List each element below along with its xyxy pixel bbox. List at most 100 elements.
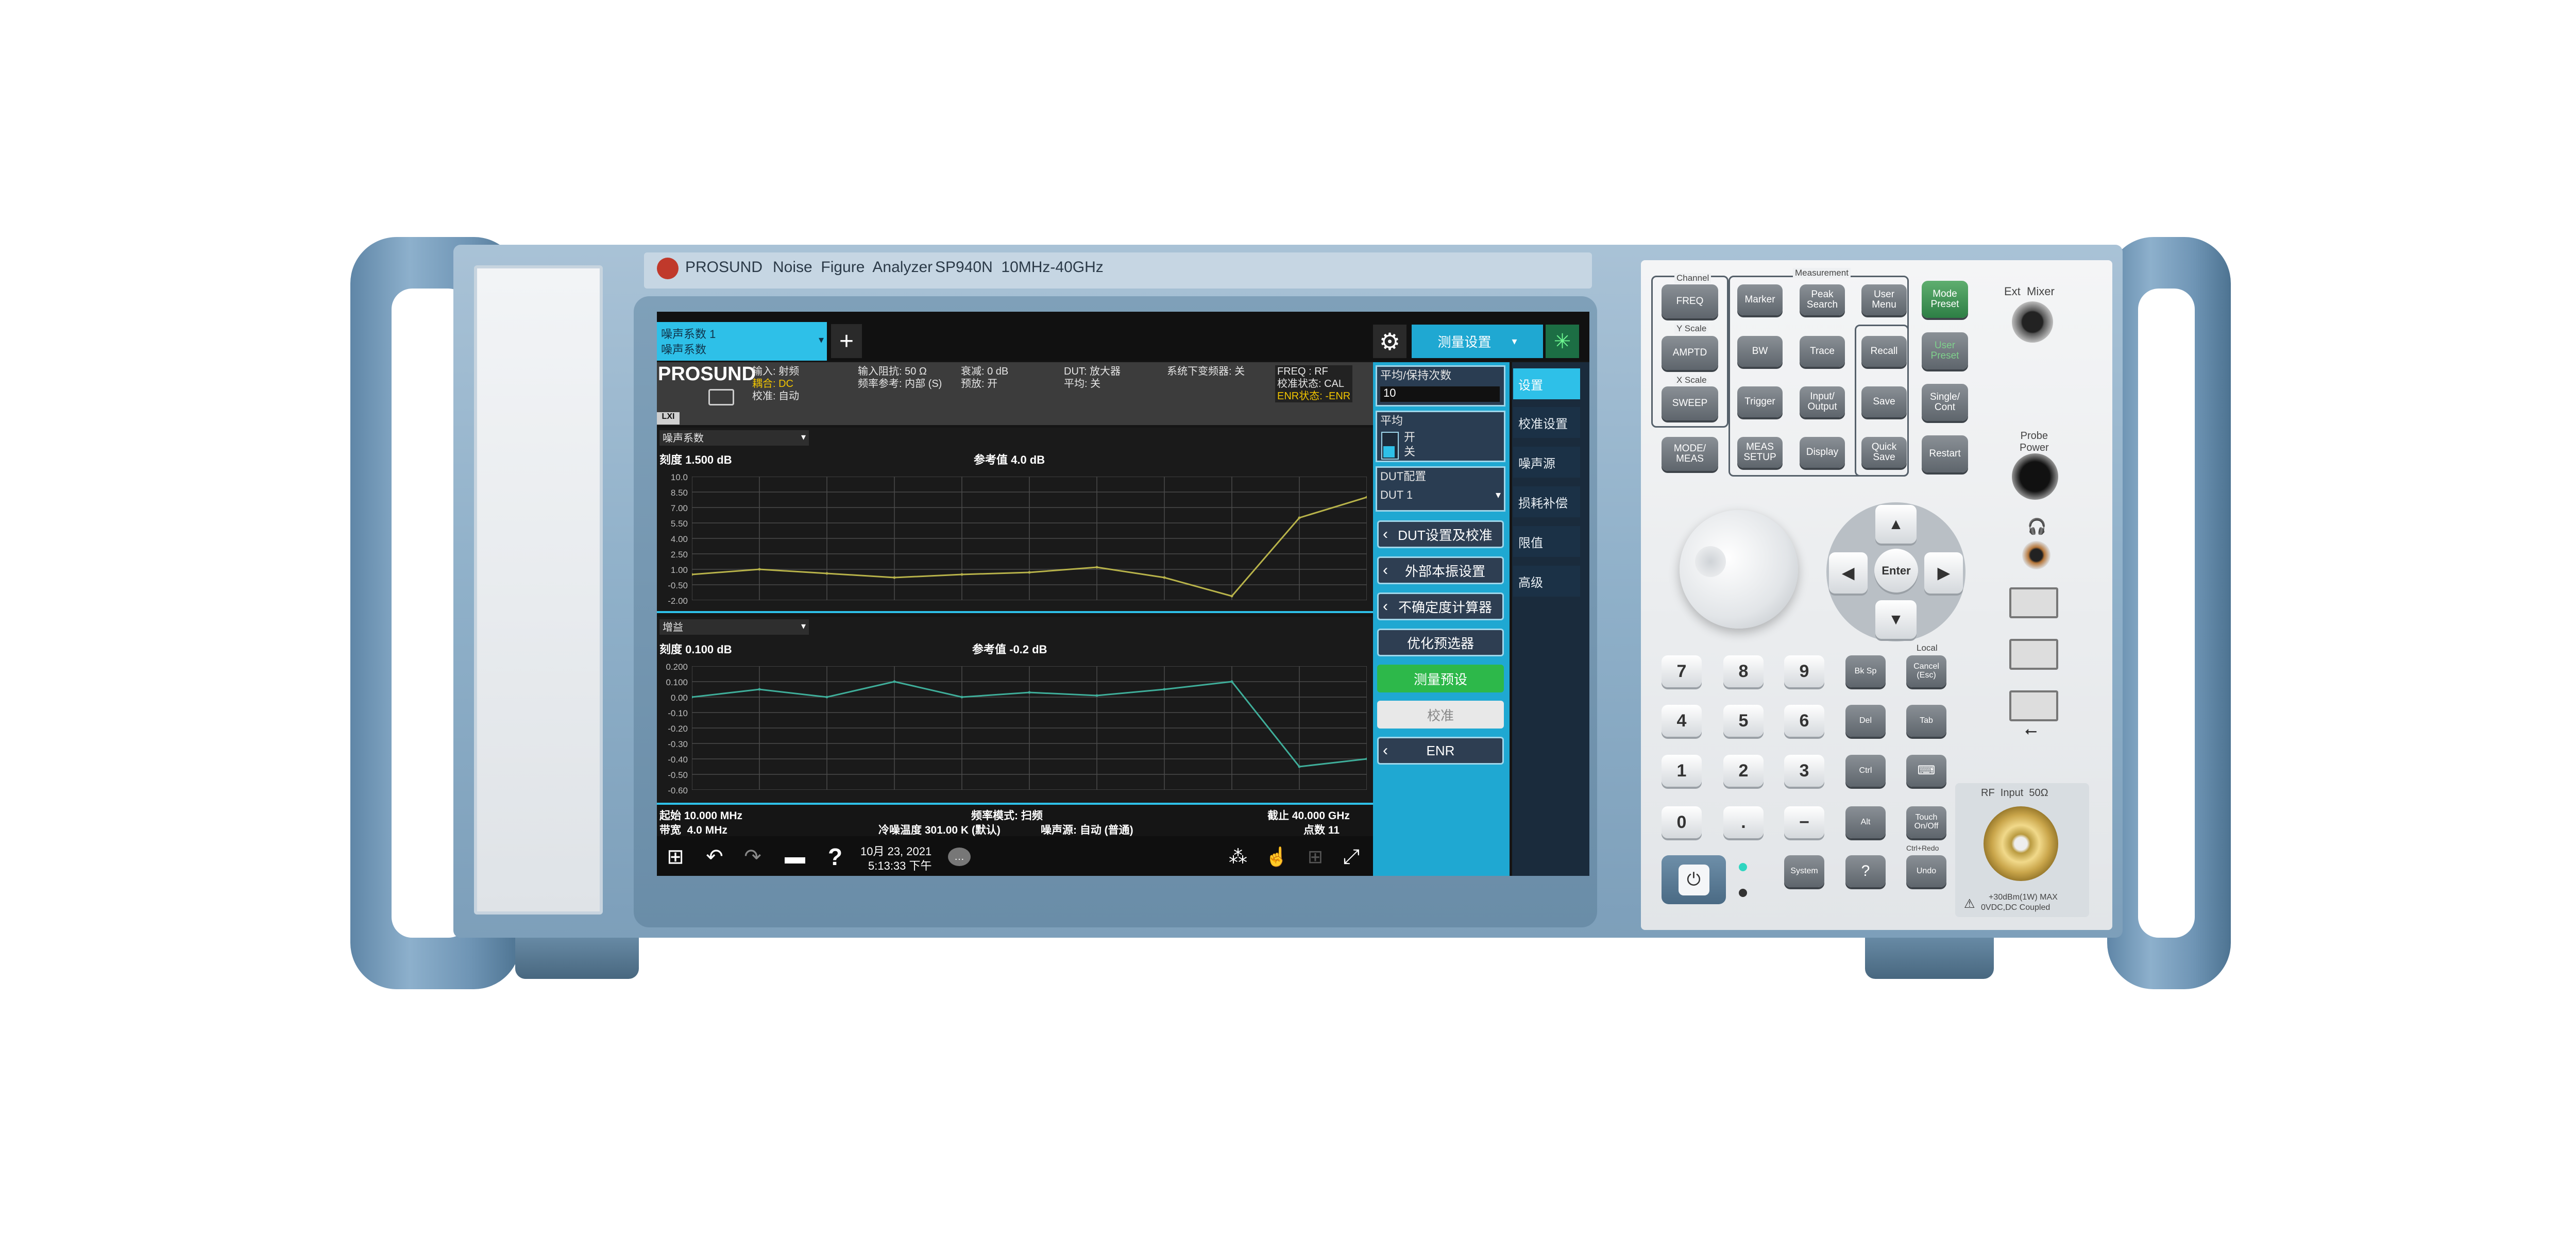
y-tick: -2.00	[668, 596, 688, 606]
meas-setup-key[interactable]: MEAS SETUP	[1737, 437, 1783, 468]
ctrl-key[interactable]: Ctrl	[1845, 755, 1886, 787]
marker-key[interactable]: Marker	[1737, 284, 1783, 315]
key-8[interactable]: 8	[1723, 655, 1764, 687]
add-measurement-button[interactable]: +	[831, 324, 862, 358]
optimize-preselector-button[interactable]: 优化预选器	[1377, 629, 1504, 656]
key-4[interactable]: 4	[1662, 705, 1702, 737]
meas-preset-button[interactable]: 测量预设	[1377, 665, 1504, 692]
key-3[interactable]: 3	[1784, 755, 1824, 787]
key-1[interactable]: 1	[1662, 755, 1702, 787]
restart-key[interactable]: Restart	[1922, 435, 1968, 472]
apps-icon[interactable]: ⁂	[1224, 842, 1252, 871]
freq-key[interactable]: FREQ	[1662, 284, 1718, 318]
backspace-key[interactable]: Bk Sp	[1845, 655, 1886, 687]
avg-hold-input[interactable]: 10	[1380, 386, 1500, 402]
mode-meas-key[interactable]: MODE/ MEAS	[1662, 437, 1718, 471]
trace2-selector[interactable]: 增益 ▾	[659, 619, 809, 635]
avg-hold-box[interactable]: 平均/保持次数 10	[1376, 365, 1505, 407]
user-preset-key[interactable]: User Preset	[1922, 332, 1968, 369]
dut-config-box[interactable]: DUT配置 DUT 1 ▾	[1376, 466, 1505, 512]
touch-icon[interactable]: ☝	[1262, 842, 1291, 871]
bw-key[interactable]: BW	[1737, 336, 1783, 367]
usb-port-3[interactable]	[2009, 690, 2058, 721]
undo-icon[interactable]: ↶	[700, 842, 729, 871]
arrow-right-key[interactable]: ▶	[1924, 552, 1963, 594]
fullscreen-icon[interactable]: ⤢	[1337, 842, 1366, 871]
user-menu-key[interactable]: User Menu	[1861, 284, 1907, 315]
help-icon[interactable]: ?	[821, 842, 850, 871]
key-6[interactable]: 6	[1784, 705, 1824, 737]
side-tab-setup[interactable]: 设置	[1513, 368, 1580, 399]
enter-key[interactable]: Enter	[1874, 549, 1918, 592]
arrow-down-key[interactable]: ▼	[1875, 600, 1917, 639]
probe-power-connector[interactable]	[2012, 453, 2058, 500]
del-key[interactable]: Del	[1845, 705, 1886, 737]
menu-title[interactable]: 测量设置 ▾	[1412, 325, 1543, 358]
keyboard-key[interactable]: ⌨	[1906, 755, 1946, 787]
undo-key[interactable]: Undo	[1906, 855, 1946, 887]
key-minus[interactable]: −	[1784, 806, 1824, 838]
trace1-selector[interactable]: 噪声系数 ▾	[659, 430, 809, 446]
key-dot[interactable]: .	[1723, 806, 1764, 838]
gear-icon[interactable]: ⚙	[1373, 325, 1406, 358]
calibrate-button[interactable]: 校准	[1377, 701, 1504, 729]
ext-mixer-connector[interactable]	[2012, 301, 2053, 343]
recall-key[interactable]: Recall	[1861, 336, 1907, 367]
touch-onoff-key[interactable]: Touch On/Off	[1906, 806, 1946, 838]
side-tab-cal-setup[interactable]: 校准设置	[1513, 407, 1580, 438]
gain-plot[interactable]	[692, 666, 1367, 790]
uncertainty-calc-button[interactable]: ‹ 不确定度计算器	[1377, 592, 1504, 620]
peak-search-key[interactable]: Peak Search	[1800, 284, 1845, 315]
tab-key[interactable]: Tab	[1906, 705, 1946, 737]
key-9[interactable]: 9	[1784, 655, 1824, 687]
message-icon[interactable]: …	[948, 848, 971, 866]
measurement-tab[interactable]: 噪声系数 1 噪声系数 ▾	[657, 322, 827, 361]
redo-icon[interactable]: ↷	[738, 842, 767, 871]
power-button[interactable]: ⏻	[1662, 855, 1726, 904]
save-key[interactable]: Save	[1861, 386, 1907, 417]
side-tab-loss-comp[interactable]: 损耗补偿	[1513, 486, 1580, 517]
key-7[interactable]: 7	[1662, 655, 1702, 687]
single-cont-key[interactable]: Single/ Cont	[1922, 384, 1968, 421]
data-point	[1028, 571, 1031, 574]
data-point	[692, 573, 693, 576]
external-lo-button[interactable]: ‹ 外部本振设置	[1377, 556, 1504, 584]
side-tab-limits[interactable]: 限值	[1513, 526, 1580, 557]
enr-button[interactable]: ‹ ENR	[1377, 737, 1504, 765]
windows-icon[interactable]: ⊞	[661, 842, 690, 871]
system-key[interactable]: System	[1784, 855, 1824, 887]
quick-save-key[interactable]: Quick Save	[1861, 437, 1907, 468]
headphone-jack[interactable]	[2022, 541, 2050, 569]
noise-figure-plot[interactable]	[692, 477, 1367, 600]
footer-stop: 截止 40.000 GHz	[1267, 810, 1350, 822]
side-tab-noise-source[interactable]: 噪声源	[1513, 447, 1580, 478]
amptd-key[interactable]: AMPTD	[1662, 336, 1718, 370]
alt-key[interactable]: Alt	[1845, 806, 1886, 838]
key-2[interactable]: 2	[1723, 755, 1764, 787]
data-point	[1230, 595, 1233, 598]
usb-port-2[interactable]	[2009, 639, 2058, 670]
help-key[interactable]: ?	[1845, 855, 1886, 887]
average-toggle[interactable]: 平均 开 关	[1376, 411, 1505, 462]
display-key[interactable]: Display	[1800, 437, 1845, 468]
dut-setup-cal-button[interactable]: ‹ DUT设置及校准	[1377, 520, 1504, 548]
key-5[interactable]: 5	[1723, 705, 1764, 737]
key-0[interactable]: 0	[1662, 806, 1702, 838]
side-tabs	[1512, 362, 1589, 876]
input-output-key[interactable]: Input/ Output	[1800, 386, 1845, 417]
y-tick: -0.50	[668, 770, 688, 780]
side-tab-advanced[interactable]: 高级	[1513, 566, 1580, 597]
mode-preset-key[interactable]: Mode Preset	[1922, 281, 1968, 318]
folder-icon[interactable]: ▬	[781, 842, 809, 871]
cancel-esc-key[interactable]: Cancel (Esc)	[1906, 655, 1946, 687]
trigger-key[interactable]: Trigger	[1737, 386, 1783, 417]
display-icon[interactable]	[708, 389, 734, 405]
arrow-left-key[interactable]: ◀	[1829, 552, 1868, 594]
connection-status-icon[interactable]: ✳	[1546, 325, 1579, 358]
usb-port-1[interactable]	[2009, 587, 2058, 618]
arrow-up-key[interactable]: ▲	[1875, 505, 1917, 544]
trace-key[interactable]: Trace	[1800, 336, 1845, 367]
rf-input-connector[interactable]	[1984, 806, 2058, 881]
sweep-key[interactable]: SWEEP	[1662, 386, 1718, 420]
grid-icon[interactable]: ⊞	[1301, 842, 1330, 871]
